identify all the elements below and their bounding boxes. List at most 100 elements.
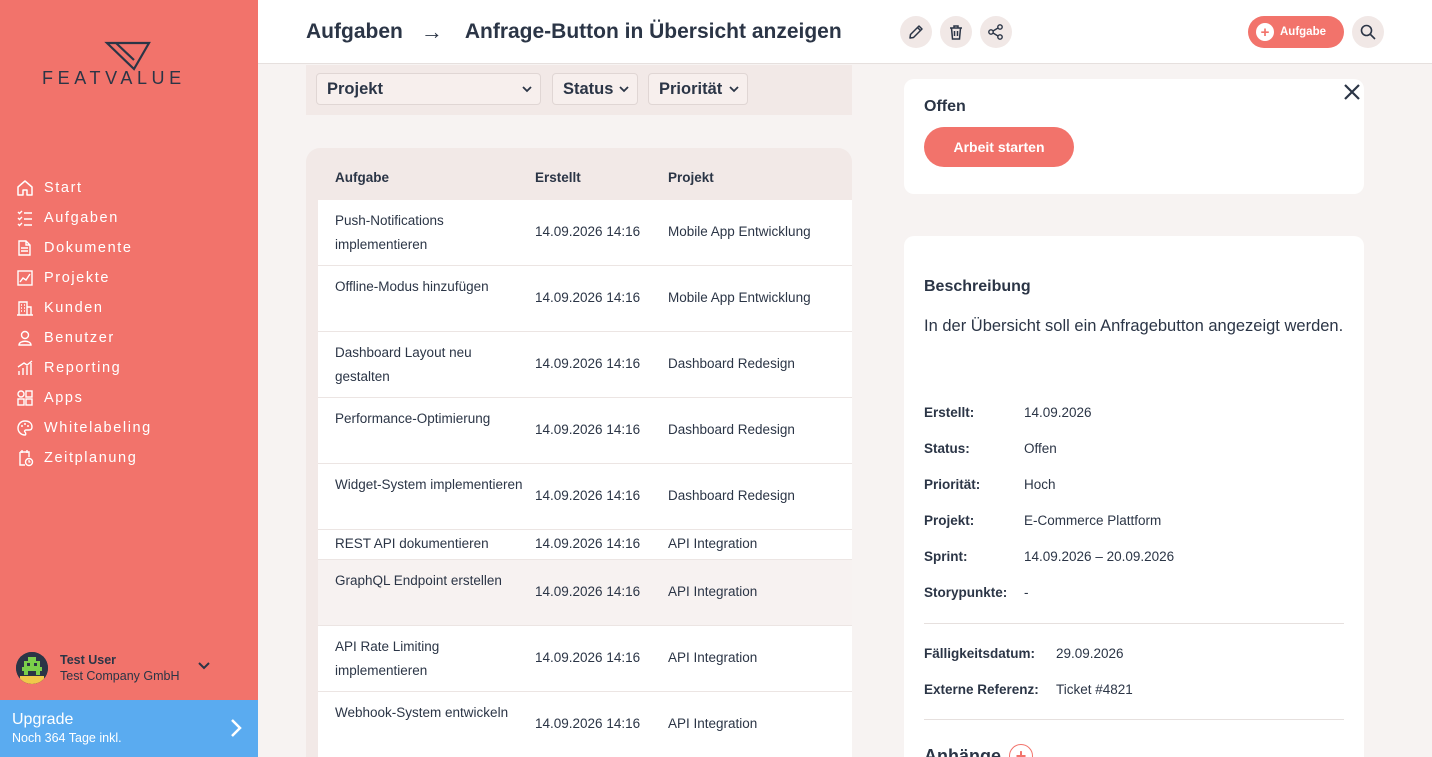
sidebar-item-label: Zeitplanung bbox=[44, 450, 138, 466]
task-project: API Integration bbox=[668, 716, 758, 731]
task-created: 14.09.2026 14:16 bbox=[535, 224, 641, 239]
column-header-project[interactable]: Projekt bbox=[668, 170, 714, 185]
pencil-icon bbox=[909, 25, 923, 39]
task-project: API Integration bbox=[668, 650, 758, 665]
description-text: In der Übersicht soll ein Anfragebutton … bbox=[924, 317, 1344, 335]
task-name: Widget-System implementieren bbox=[335, 477, 523, 492]
sidebar-item-apps[interactable]: Apps bbox=[16, 383, 152, 413]
column-header-created[interactable]: Erstellt bbox=[535, 170, 581, 185]
sidebar-item-whitelabeling[interactable]: Whitelabeling bbox=[16, 413, 152, 443]
attachments-header: Anhänge + bbox=[924, 744, 1034, 757]
sidebar-item-label: Whitelabeling bbox=[44, 420, 152, 436]
home-icon bbox=[17, 180, 33, 196]
table-row[interactable]: Dashboard Layout neu gestalten 14.09.202… bbox=[318, 332, 852, 398]
chevron-down-icon[interactable] bbox=[198, 662, 210, 670]
meta-created: Erstellt: 14.09.2026 bbox=[924, 405, 1092, 420]
table-row[interactable]: GraphQL Endpoint erstellen 14.09.2026 14… bbox=[318, 560, 852, 626]
sidebar-item-label: Start bbox=[44, 180, 83, 196]
chevron-down-icon bbox=[522, 85, 532, 92]
sidebar-item-aufgaben[interactable]: Aufgaben bbox=[16, 203, 152, 233]
sidebar-item-kunden[interactable]: Kunden bbox=[16, 293, 152, 323]
edit-button[interactable] bbox=[900, 16, 932, 48]
share-icon bbox=[988, 24, 1003, 40]
meta-value: 14.09.2026 – 20.09.2026 bbox=[1024, 549, 1175, 564]
sidebar-item-zeitplanung[interactable]: Zeitplanung bbox=[16, 443, 152, 473]
breadcrumb: Aufgaben → Anfrage-Button in Übersicht a… bbox=[306, 19, 842, 45]
start-work-button[interactable]: Arbeit starten bbox=[924, 127, 1074, 167]
task-created: 14.09.2026 14:16 bbox=[535, 650, 641, 665]
logo[interactable]: FEATVALUE bbox=[42, 40, 217, 90]
filter-bar: Projekt Status Priorität bbox=[306, 65, 852, 115]
add-attachment-icon[interactable]: + bbox=[1009, 744, 1034, 757]
task-created: 14.09.2026 14:16 bbox=[535, 356, 641, 371]
delete-button[interactable] bbox=[940, 16, 972, 48]
sidebar-nav: Start Aufgaben Dokumente Projekte Kunden… bbox=[16, 173, 152, 473]
attachments-title: Anhänge bbox=[924, 745, 1002, 757]
upgrade-title: Upgrade bbox=[12, 711, 74, 728]
divider bbox=[924, 719, 1344, 720]
task-name: Dashboard Layout neu gestalten bbox=[335, 345, 472, 384]
tasks-icon bbox=[17, 210, 32, 227]
search-icon bbox=[1360, 24, 1376, 40]
task-project: Dashboard Redesign bbox=[668, 422, 795, 437]
meta-due-date: Fälligkeitsdatum: 29.09.2026 bbox=[924, 646, 1124, 661]
task-project: Mobile App Entwicklung bbox=[668, 290, 811, 305]
add-task-button[interactable]: + Aufgabe bbox=[1248, 16, 1344, 48]
task-created: 14.09.2026 14:16 bbox=[535, 536, 641, 551]
table-row[interactable]: Webhook-System entwickeln 14.09.2026 14:… bbox=[318, 692, 852, 757]
sidebar-item-label: Projekte bbox=[44, 270, 110, 286]
upgrade-banner[interactable]: Upgrade Noch 364 Tage inkl. bbox=[0, 700, 258, 757]
task-project: Dashboard Redesign bbox=[668, 356, 795, 371]
meta-value: Offen bbox=[1024, 441, 1057, 456]
status-filter-select[interactable]: Status bbox=[552, 73, 638, 105]
page-title: Anfrage-Button in Übersicht anzeigen bbox=[464, 20, 842, 43]
meta-status: Status: Offen bbox=[924, 441, 1057, 456]
sidebar-item-label: Apps bbox=[44, 390, 84, 406]
chevron-down-icon bbox=[619, 85, 629, 92]
table-row[interactable]: Offline-Modus hinzufügen 14.09.2026 14:1… bbox=[318, 266, 852, 332]
task-name: GraphQL Endpoint erstellen bbox=[335, 573, 502, 588]
sidebar-item-start[interactable]: Start bbox=[16, 173, 152, 203]
close-icon[interactable] bbox=[1340, 80, 1364, 104]
project-filter-label: Projekt bbox=[327, 79, 383, 98]
meta-key: Storypunkte: bbox=[924, 585, 1008, 600]
project-filter-select[interactable]: Projekt bbox=[316, 73, 541, 105]
user-name: Test User bbox=[60, 653, 117, 667]
meta-key: Sprint: bbox=[924, 549, 968, 564]
table-row[interactable]: Push-Notifications implementieren 14.09.… bbox=[318, 200, 852, 266]
user-menu[interactable]: Test User Test Company GmbH bbox=[16, 652, 216, 684]
palette-icon bbox=[17, 420, 33, 436]
table-row[interactable]: Widget-System implementieren 14.09.2026 … bbox=[318, 464, 852, 530]
breadcrumb-section[interactable]: Aufgaben bbox=[306, 20, 403, 44]
meta-key: Erstellt: bbox=[924, 405, 975, 420]
meta-value: Ticket #4821 bbox=[1056, 682, 1133, 697]
meta-project: Projekt: E-Commerce Plattform bbox=[924, 513, 1161, 528]
avatar bbox=[16, 652, 48, 684]
sidebar-item-projekte[interactable]: Projekte bbox=[16, 263, 152, 293]
meta-external-ref: Externe Referenz: Ticket #4821 bbox=[924, 682, 1133, 697]
task-created: 14.09.2026 14:16 bbox=[535, 716, 641, 731]
task-project: Mobile App Entwicklung bbox=[668, 224, 811, 239]
user-icon bbox=[18, 330, 32, 346]
user-company: Test Company GmbH bbox=[60, 669, 180, 683]
sidebar-item-dokumente[interactable]: Dokumente bbox=[16, 233, 152, 263]
sidebar-item-reporting[interactable]: Reporting bbox=[16, 353, 152, 383]
table-row[interactable]: REST API dokumentieren 14.09.2026 14:16 … bbox=[318, 530, 852, 560]
column-header-task[interactable]: Aufgabe bbox=[335, 170, 389, 185]
task-name: Performance-Optimierung bbox=[335, 411, 491, 426]
search-button[interactable] bbox=[1352, 16, 1384, 48]
breadcrumb-arrow: → bbox=[420, 19, 443, 44]
meta-storypoints: Storypunkte: - bbox=[924, 585, 1029, 600]
meta-value: 29.09.2026 bbox=[1056, 646, 1124, 661]
priority-filter-select[interactable]: Priorität bbox=[648, 73, 748, 105]
add-task-label: Aufgabe bbox=[1280, 26, 1326, 38]
task-name: Push-Notifications implementieren bbox=[335, 213, 444, 252]
table-row[interactable]: Performance-Optimierung 14.09.2026 14:16… bbox=[318, 398, 852, 464]
meta-priority: Priorität: Hoch bbox=[924, 477, 1056, 492]
sidebar-item-benutzer[interactable]: Benutzer bbox=[16, 323, 152, 353]
task-project: Dashboard Redesign bbox=[668, 488, 795, 503]
chevron-down-icon bbox=[729, 85, 739, 92]
table-row[interactable]: API Rate Limiting implementieren 14.09.2… bbox=[318, 626, 852, 692]
projects-icon bbox=[17, 270, 33, 286]
share-button[interactable] bbox=[980, 16, 1012, 48]
